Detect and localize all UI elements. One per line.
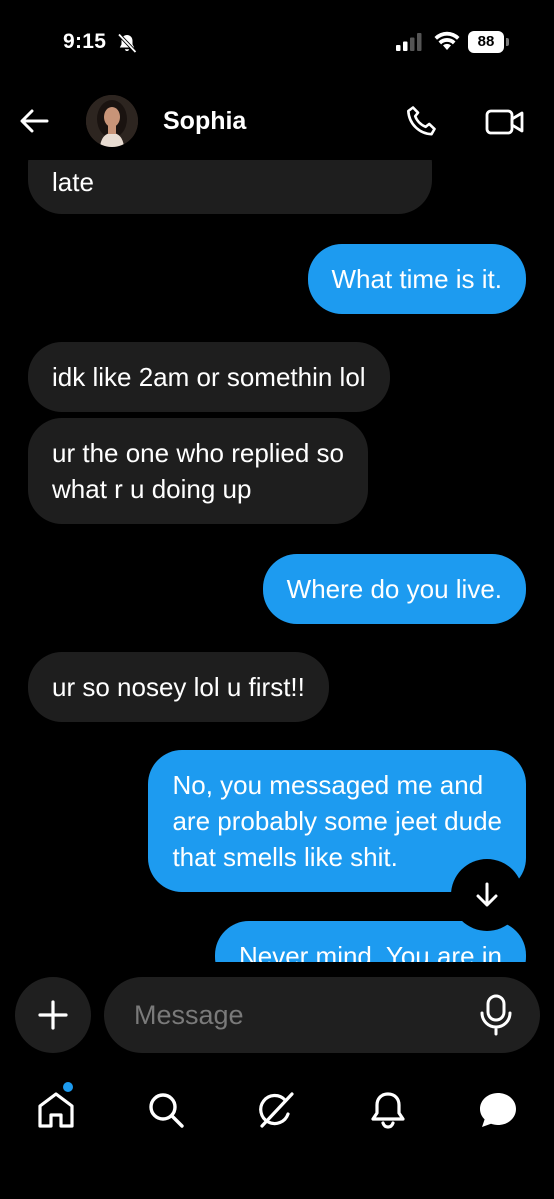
add-attachment-button[interactable] <box>15 977 91 1053</box>
plus-icon <box>38 1000 68 1030</box>
bottom-navigation <box>0 1080 554 1140</box>
message-outgoing[interactable]: What time is it. <box>307 244 526 314</box>
video-icon[interactable] <box>484 106 526 138</box>
status-time: 9:15 <box>63 30 107 53</box>
search-icon[interactable] <box>142 1086 190 1134</box>
microphone-icon[interactable] <box>476 993 516 1037</box>
scroll-to-bottom-button[interactable] <box>451 859 523 931</box>
home-indicator <box>205 1180 349 1186</box>
avatar[interactable] <box>86 95 138 147</box>
messages-icon[interactable] <box>474 1086 522 1134</box>
message-list[interactable]: late What time is it. idk like 2am or so… <box>0 160 554 962</box>
silent-bell-icon <box>117 33 137 54</box>
back-arrow-icon[interactable] <box>18 106 50 136</box>
conversation-header: Sophia <box>0 80 554 160</box>
phone-icon[interactable] <box>404 104 440 140</box>
arrow-down-icon <box>476 882 498 907</box>
home-icon[interactable] <box>32 1086 80 1134</box>
wifi-icon <box>434 31 460 50</box>
message-incoming[interactable]: late <box>28 160 432 214</box>
message-composer[interactable] <box>104 977 540 1053</box>
battery-icon: 88 <box>468 31 510 53</box>
message-incoming[interactable]: ur so nosey lol u first!! <box>28 652 329 722</box>
home-notification-dot <box>63 1082 73 1092</box>
contact-name[interactable]: Sophia <box>163 107 246 136</box>
message-outgoing[interactable]: Where do you live. <box>262 554 526 624</box>
message-input[interactable] <box>134 995 464 1035</box>
cellular-signal-icon <box>396 33 422 51</box>
message-incoming[interactable]: idk like 2am or somethin lol <box>28 342 390 412</box>
status-bar: 9:15 88 <box>0 0 554 80</box>
message-incoming[interactable]: ur the one who replied so what r u doing… <box>28 418 368 524</box>
battery-level: 88 <box>468 31 504 53</box>
notifications-icon[interactable] <box>364 1086 412 1134</box>
grok-icon[interactable] <box>252 1086 300 1134</box>
